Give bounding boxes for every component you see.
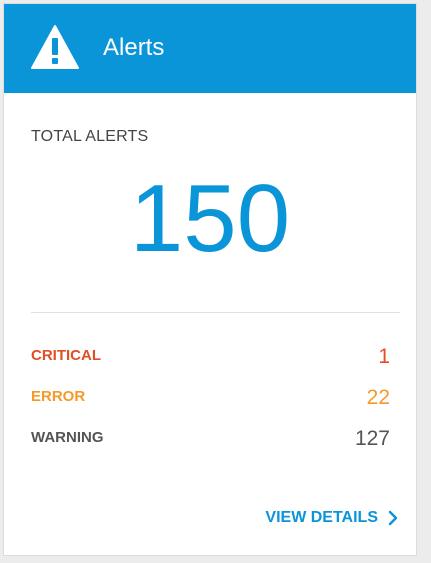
total-alerts-label: TOTAL ALERTS (31, 128, 149, 145)
view-details-link[interactable]: VIEW DETAILS (265, 508, 398, 528)
critical-label: CRITICAL (31, 347, 101, 364)
alert-row-warning: WARNING 127 (31, 426, 390, 452)
view-details-label: VIEW DETAILS (265, 509, 378, 526)
alert-row-error: ERROR 22 (31, 385, 390, 411)
alerts-card: Alerts TOTAL ALERTS 150 CRITICAL 1 ERROR… (3, 3, 417, 556)
card-header: Alerts (4, 4, 416, 93)
total-alerts-value: 150 (129, 165, 291, 272)
critical-count: 1 (378, 345, 390, 368)
warning-icon (31, 25, 79, 69)
error-count: 22 (366, 386, 390, 409)
card-title: Alerts (103, 34, 165, 61)
divider (31, 312, 400, 313)
chevron-right-icon (388, 510, 398, 526)
alert-row-critical: CRITICAL 1 (31, 344, 390, 370)
error-label: ERROR (31, 388, 86, 405)
warning-label: WARNING (31, 429, 104, 446)
warning-count: 127 (354, 427, 390, 450)
